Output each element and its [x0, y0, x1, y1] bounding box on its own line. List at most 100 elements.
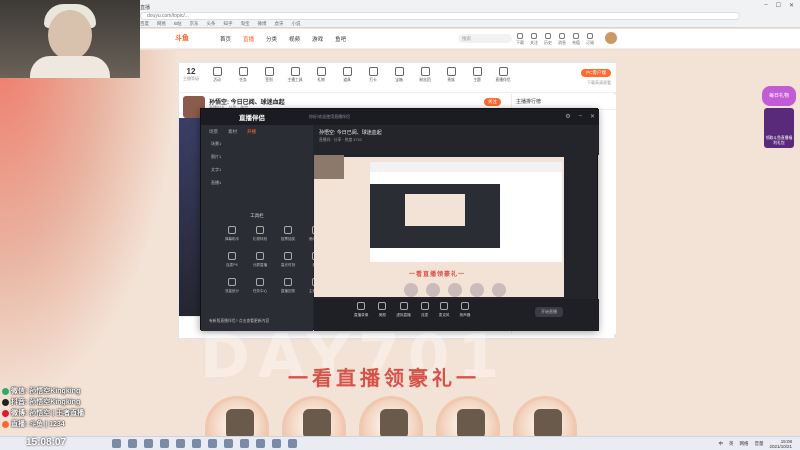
search-input[interactable]: 搜索 [458, 34, 512, 43]
tool-item[interactable]: 投票抽奖 [277, 226, 299, 242]
header-icon-item[interactable]: 关注 [530, 33, 538, 46]
bookmark-link[interactable]: 小说 [292, 21, 301, 27]
close-icon[interactable]: ✕ [789, 2, 794, 9]
search-icon[interactable] [128, 439, 137, 448]
bookmark-link[interactable]: 知乎 [224, 21, 233, 27]
bookmark-link[interactable]: 京东 [190, 21, 199, 27]
tray-item[interactable]: 中 [718, 441, 723, 447]
explorer-icon[interactable] [144, 439, 153, 448]
scene-item[interactable]: 场景1 [211, 141, 221, 147]
app-tab[interactable]: 素材 [228, 129, 237, 135]
follow-button[interactable]: 关注 [484, 98, 501, 106]
start-live-button[interactable]: 开始直播 [535, 307, 563, 317]
header-icon-item[interactable]: 历史 [544, 33, 552, 46]
stream-preview[interactable]: 一看直播领豪礼一 [314, 157, 564, 297]
tool-item[interactable]: 高光时刻 [277, 252, 299, 268]
pc-client-button[interactable]: PC客户端 [581, 69, 611, 77]
tray-item[interactable]: 英 [729, 441, 734, 447]
header-icon-item[interactable]: 充值 [572, 33, 580, 46]
header-icon-item[interactable]: 消息 [558, 33, 566, 46]
toolbar-item[interactable]: 签到 [261, 67, 277, 83]
tool-item[interactable]: 分屏直播 [249, 252, 271, 268]
control-item[interactable]: 连麦 [420, 302, 429, 318]
bookmark-link[interactable]: 百度 [140, 21, 149, 27]
app-tab[interactable]: 场景 [209, 129, 218, 135]
toolbar-label: 主题 [473, 78, 481, 82]
bookmark-link[interactable]: 微博 [258, 21, 267, 27]
control-item[interactable]: 扬声器 [460, 302, 470, 318]
scene-item[interactable]: 图片1 [211, 154, 221, 160]
nested-browser-bar [370, 162, 562, 172]
bookmark-link[interactable]: 网易 [157, 21, 166, 27]
control-item[interactable]: 虚拟直播 [396, 302, 411, 318]
tray-item[interactable]: 网络 [739, 441, 748, 447]
side-promo-card[interactable]: 领取斗鱼直播福利礼包 [764, 108, 794, 148]
bookmark-link[interactable]: B站 [174, 21, 182, 27]
toolbar-item[interactable]: 道具 [339, 67, 355, 83]
tool-item[interactable]: 礼物特效 [249, 226, 271, 242]
toolbar-item[interactable]: 直播伴侣 [495, 67, 511, 83]
nav-item[interactable]: 分类 [266, 35, 277, 43]
minimize-icon[interactable]: – [579, 113, 582, 120]
scene-item[interactable]: 文字1 [211, 167, 221, 173]
toolbar-item[interactable]: 贵族 [443, 67, 459, 83]
close-icon[interactable]: ✕ [590, 113, 595, 120]
app-icon[interactable] [288, 439, 297, 448]
tool-title: 工具栏 [250, 213, 264, 218]
control-label: 直播录像 [354, 313, 369, 317]
header-icon-item[interactable]: 下载 [516, 33, 524, 46]
app-icon[interactable] [272, 439, 281, 448]
toolbar-item[interactable]: 宝箱 [391, 67, 407, 83]
toolbar-item[interactable]: 主题 [469, 67, 485, 83]
tool-item[interactable]: 连麦PK [221, 252, 243, 268]
bookmark-link[interactable]: 虎牙 [275, 21, 284, 27]
toolbar-item[interactable]: 粉丝团 [417, 67, 433, 83]
bookmark-link[interactable]: 淘宝 [241, 21, 250, 27]
control-item[interactable]: 直播录像 [354, 302, 368, 318]
tool-label: 连麦PK [226, 263, 238, 267]
header-icon-item[interactable]: 订阅 [586, 33, 594, 46]
app-icon[interactable] [256, 439, 265, 448]
social-icon [2, 398, 9, 406]
avatar[interactable] [605, 32, 617, 44]
scene-item[interactable]: 直播1 [211, 180, 221, 186]
site-logo[interactable]: 斗鱼 [175, 33, 189, 43]
toolbar-item[interactable]: 礼物 [313, 67, 329, 83]
start-icon[interactable] [112, 439, 121, 448]
tool-item[interactable]: 流量统计 [221, 278, 243, 294]
app-icon[interactable] [208, 439, 217, 448]
clock[interactable]: 15:08 2021/10/21 [769, 439, 792, 449]
toolbar-item[interactable]: 主播工具 [287, 67, 303, 83]
nav-item[interactable]: 直播 [243, 35, 254, 43]
tool-icon [228, 252, 236, 260]
app-icon[interactable] [176, 439, 185, 448]
minimize-icon[interactable]: – [764, 2, 767, 9]
nav-item[interactable]: 首页 [220, 35, 231, 43]
nav-item[interactable]: 视频 [289, 35, 300, 43]
control-item[interactable]: 麦克风 [439, 302, 450, 318]
tool-item[interactable]: 弹幕助手 [221, 226, 243, 242]
maximize-icon[interactable]: ☐ [776, 2, 781, 9]
app-icon[interactable] [192, 439, 201, 448]
nav-item[interactable]: 鱼吧 [335, 35, 346, 43]
tool-label: 投票抽奖 [280, 237, 296, 241]
app-tab[interactable]: 开播 [247, 129, 256, 135]
tool-icon [228, 226, 236, 234]
toolbar-item[interactable]: 活动 [209, 67, 225, 83]
toolbar-item[interactable]: 任务 [235, 67, 251, 83]
app-icon[interactable] [224, 439, 233, 448]
address-bar[interactable]: douyu.com/topic/... [140, 12, 740, 20]
tray-item[interactable]: 音量 [754, 441, 763, 447]
app-icon[interactable] [240, 439, 249, 448]
tool-item[interactable]: 任务中心 [249, 278, 271, 294]
tool-item[interactable]: 直播回放 [277, 278, 299, 294]
browser-tab[interactable]: 直播 [140, 4, 150, 11]
nav-item[interactable]: 游戏 [312, 35, 323, 43]
browser-icon[interactable] [160, 439, 169, 448]
settings-icon[interactable]: ⚙ [565, 113, 570, 120]
site-nav: 首页 直播 分类 视频 游戏 鱼吧 [220, 35, 346, 43]
gift-float-button[interactable]: 每日礼物 [762, 86, 796, 106]
control-item[interactable]: 美颜 [378, 302, 387, 318]
bookmark-link[interactable]: 头条 [207, 21, 216, 27]
toolbar-item[interactable]: 打卡 [365, 67, 381, 83]
